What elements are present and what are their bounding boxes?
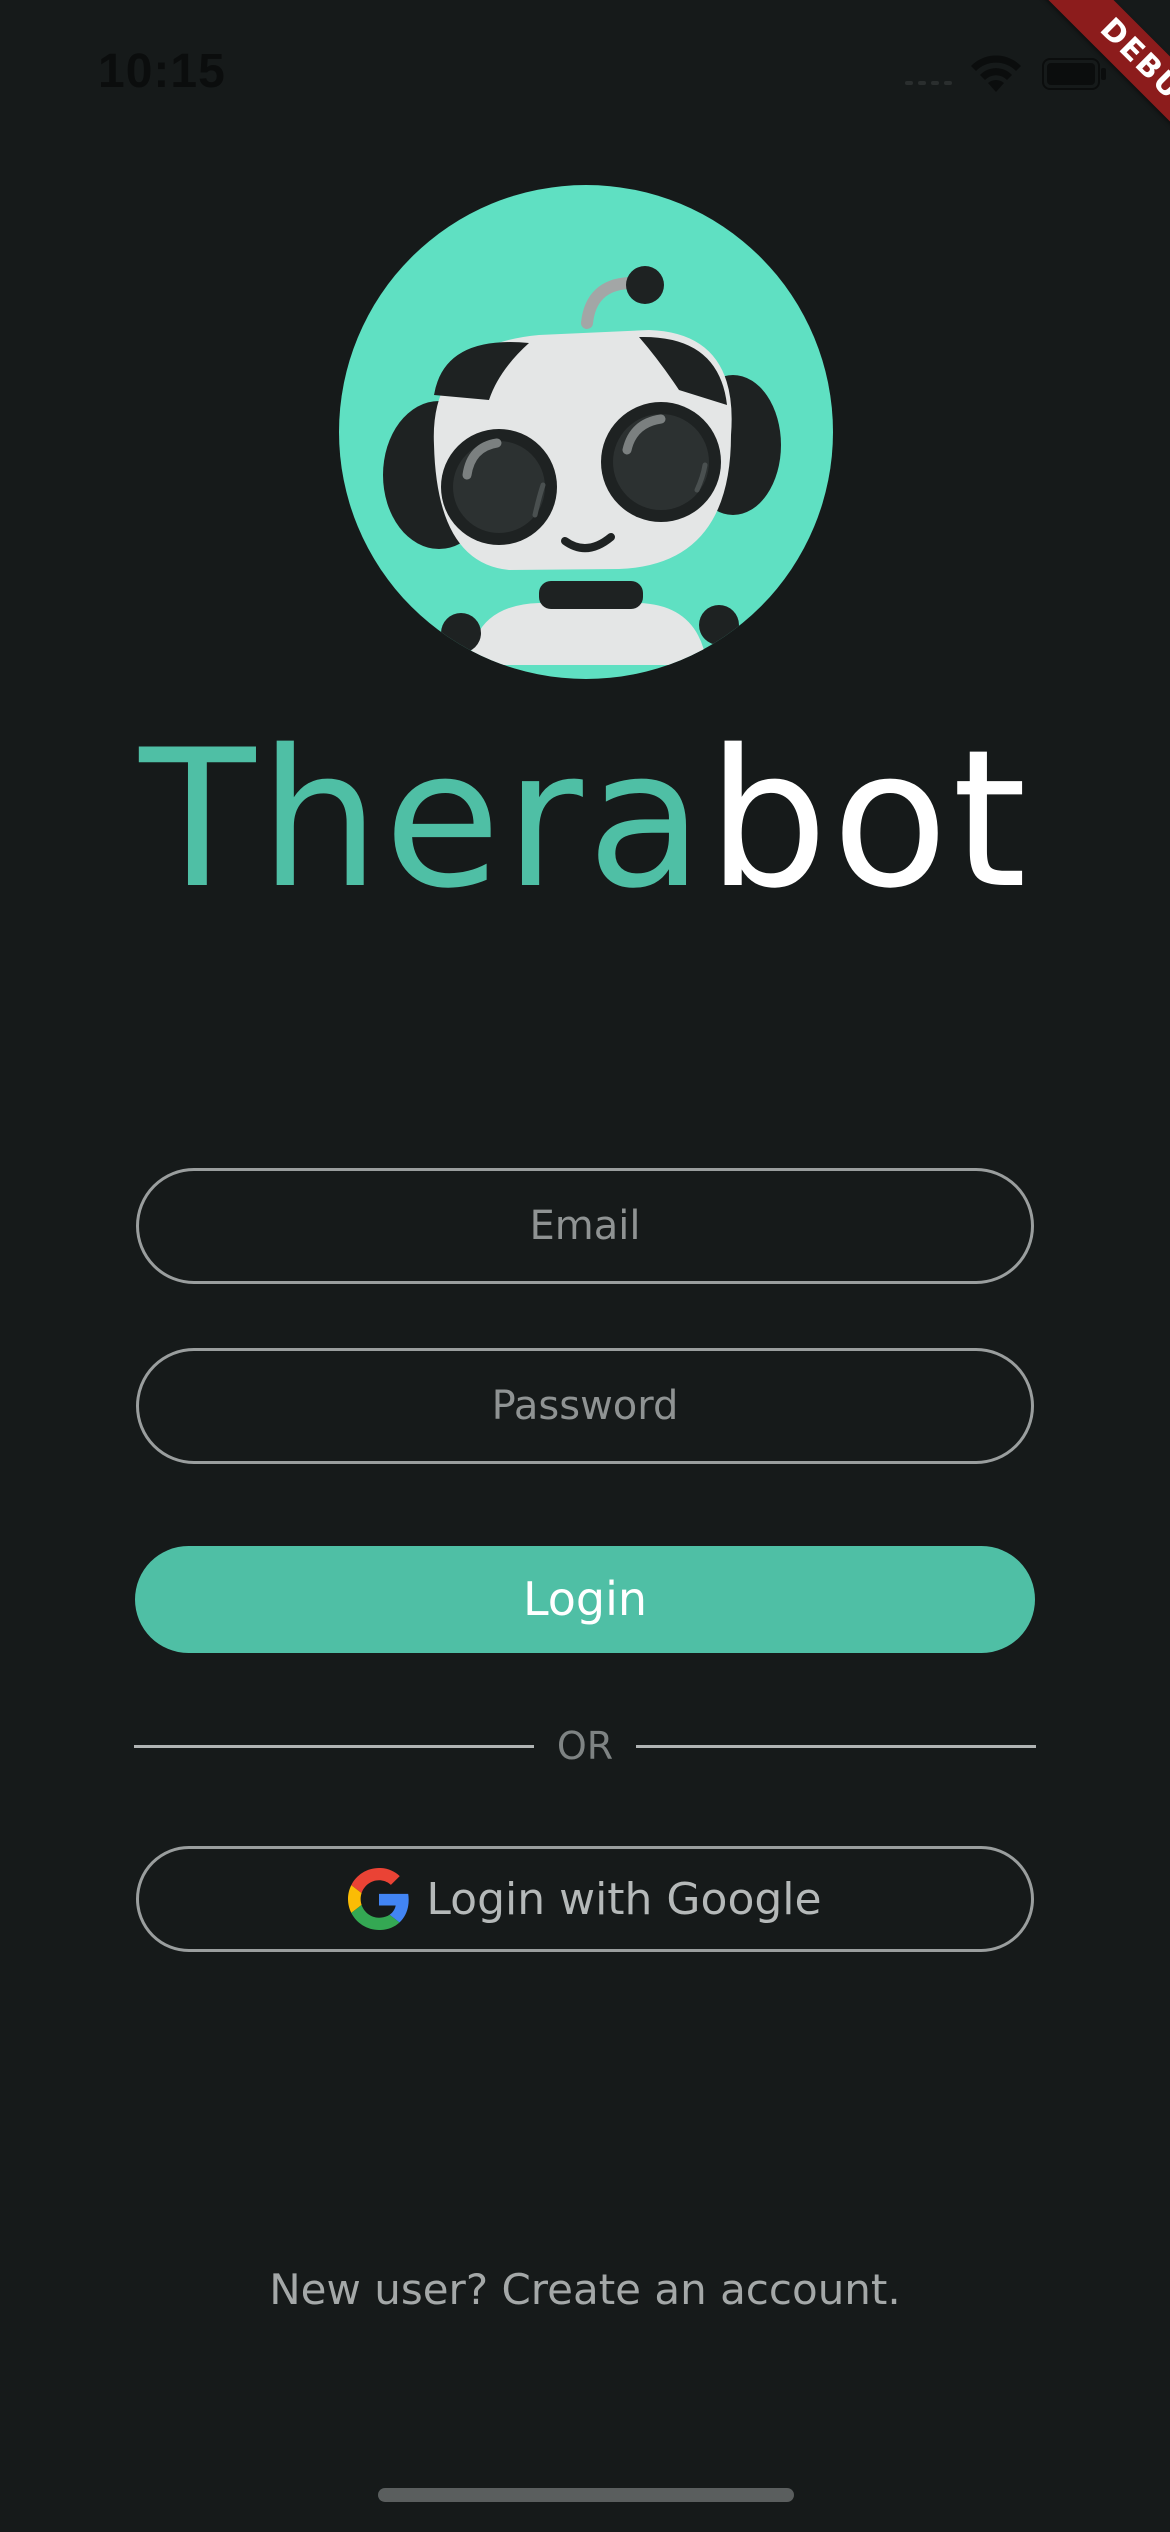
app-title-thera: Thera [139,709,708,930]
divider-left [134,1745,534,1748]
app-title: Therabot [0,705,1170,935]
home-indicator [378,2488,794,2502]
login-button[interactable]: Login [135,1546,1035,1653]
password-field[interactable] [136,1348,1034,1464]
signal-icon [905,81,952,85]
google-login-button[interactable]: Login with Google [136,1846,1034,1952]
create-account-link[interactable]: New user? Create an account. [0,2265,1170,2314]
or-divider-label: OR [556,1724,614,1768]
debug-banner: DEBUG [990,0,1170,180]
app-title-bot: bot [707,709,1031,930]
robot-avatar [339,185,833,679]
google-icon [348,1868,410,1930]
debug-ribbon-label: DEBUG [1027,0,1170,180]
email-field[interactable] [136,1168,1034,1284]
divider-right [636,1745,1036,1748]
status-time: 10:15 [98,45,226,98]
google-login-label: Login with Google [426,1873,822,1925]
